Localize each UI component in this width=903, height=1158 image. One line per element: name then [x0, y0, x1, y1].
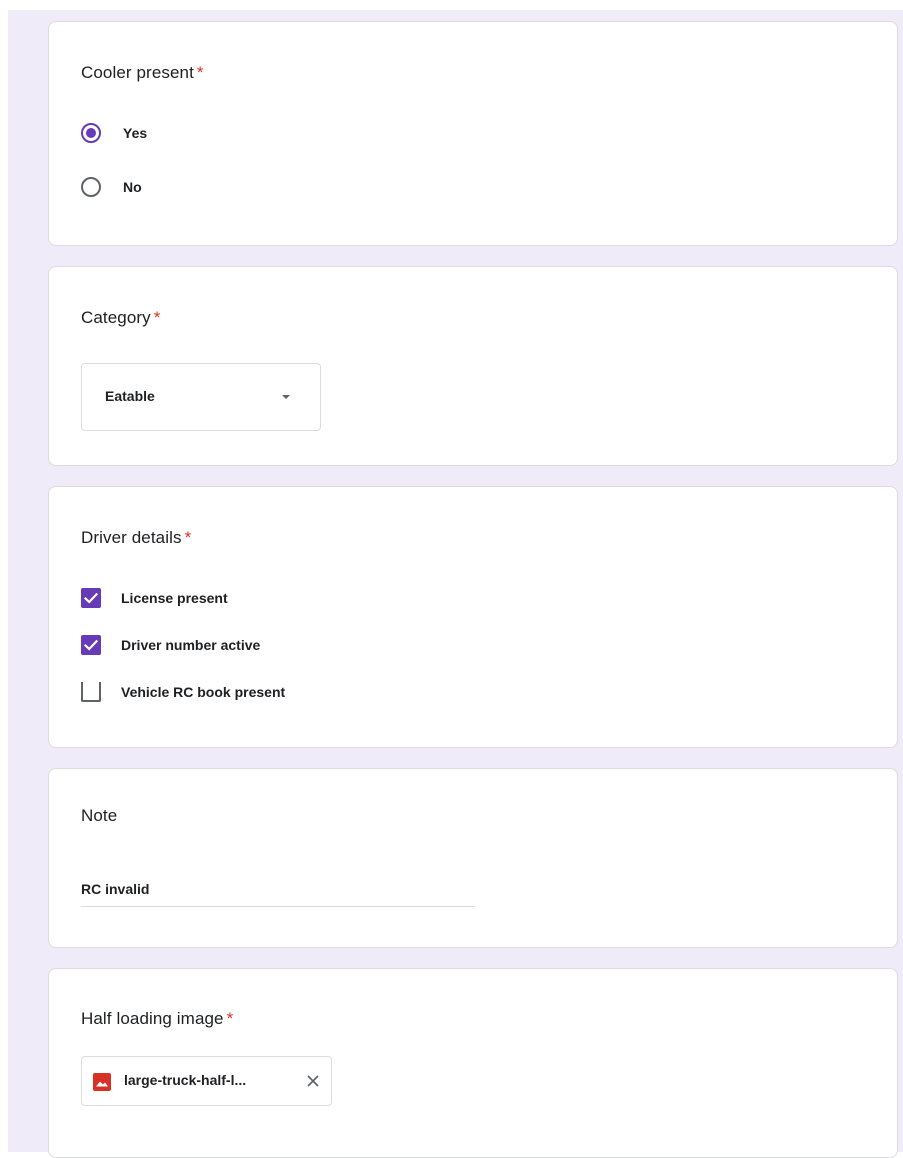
note-text-field[interactable]: RC invalid	[81, 873, 475, 907]
radio-button-checked[interactable]	[81, 123, 101, 143]
required-asterisk: *	[153, 308, 161, 327]
image-file-icon	[93, 1073, 111, 1091]
checkbox-option-license-present[interactable]: License present	[81, 588, 228, 608]
checkmark-icon	[83, 639, 99, 651]
checkbox-option-driver-number-active[interactable]: Driver number active	[81, 635, 260, 655]
radio-option-label: No	[123, 179, 142, 195]
question-title: Category *	[81, 308, 161, 328]
required-asterisk: *	[226, 1009, 234, 1028]
question-card-category: Category * Eatable	[48, 266, 898, 466]
checkbox-option-label: License present	[121, 590, 228, 606]
question-title-text: Cooler present	[81, 63, 194, 82]
question-card-driver-details: Driver details * License present Driver n…	[48, 486, 898, 748]
checkbox-checked[interactable]	[81, 635, 101, 655]
uploaded-file-chip[interactable]: large-truck-half-l...	[81, 1056, 332, 1106]
note-input-value: RC invalid	[81, 881, 150, 897]
question-title-text: Driver details	[81, 528, 182, 547]
uploaded-file-name: large-truck-half-l...	[124, 1072, 247, 1088]
dropdown-selected-value: Eatable	[105, 388, 155, 404]
question-title: Note	[81, 806, 117, 826]
required-asterisk: *	[184, 528, 192, 547]
question-title-text: Note	[81, 806, 118, 825]
question-title: Driver details *	[81, 528, 191, 548]
question-card-half-loading-image: Half loading image * large-truck-half-l..…	[48, 968, 898, 1158]
checkbox-option-label: Driver number active	[121, 637, 261, 653]
question-title: Cooler present *	[81, 63, 204, 83]
checkmark-icon	[83, 592, 99, 604]
close-icon[interactable]	[302, 1070, 324, 1092]
radio-button-unchecked[interactable]	[81, 177, 101, 197]
required-asterisk: *	[196, 63, 204, 82]
question-title-text: Half loading image	[81, 1009, 224, 1028]
question-title: Half loading image *	[81, 1009, 233, 1029]
question-card-cooler-present: Cooler present * Yes No	[48, 21, 898, 246]
checkbox-option-vehicle-rc-book-present[interactable]: Vehicle RC book present	[81, 682, 285, 702]
radio-option-label: Yes	[123, 125, 148, 141]
question-card-note: Note RC invalid	[48, 768, 898, 948]
checkbox-checked[interactable]	[81, 588, 101, 608]
checkbox-unchecked[interactable]	[81, 682, 101, 702]
radio-option-yes[interactable]: Yes	[81, 123, 147, 143]
radio-option-no[interactable]: No	[81, 177, 142, 197]
dropdown-arrow-icon	[282, 395, 290, 399]
question-title-text: Category	[81, 308, 151, 327]
category-dropdown[interactable]: Eatable	[81, 363, 321, 431]
checkbox-option-label: Vehicle RC book present	[121, 684, 286, 700]
